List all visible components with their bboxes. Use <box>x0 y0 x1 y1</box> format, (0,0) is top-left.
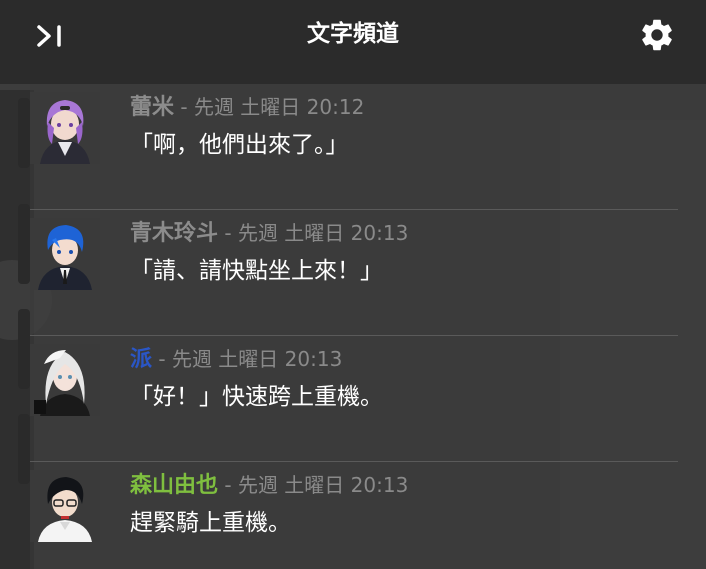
purple-hair-avatar <box>30 92 100 164</box>
separator: - <box>174 95 194 119</box>
side-tab-strip <box>18 98 30 484</box>
black-hair-avatar <box>30 470 100 542</box>
separator: - <box>218 473 238 497</box>
message-header: 青木玲斗 - 先週 土曜日 20:13 <box>130 218 408 248</box>
message-text: 趕緊騎上重機。 <box>130 510 291 536</box>
message-text: 「請、請快點坐上來！」 <box>130 258 383 284</box>
chat-window: 文字頻道 蕾米 - 先週 土曜日 20:12 「啊，他們出來了。」 青木玲斗 -… <box>0 0 706 569</box>
channel-title: 文字頻道 <box>307 21 399 47</box>
timestamp: 先週 土曜日 20:13 <box>237 221 409 245</box>
message-item[interactable]: 派 - 先週 土曜日 20:13 「好！」快速跨上重機。 <box>30 336 678 462</box>
author-name[interactable]: 派 <box>130 347 152 372</box>
message-item[interactable]: 蕾米 - 先週 土曜日 20:12 「啊，他們出來了。」 <box>30 84 678 210</box>
avatar[interactable] <box>30 470 100 542</box>
timestamp: 先週 土曜日 20:12 <box>193 95 365 119</box>
blue-hair-avatar <box>30 218 100 290</box>
gear-icon <box>642 19 672 51</box>
separator: - <box>152 347 172 371</box>
message-header: 派 - 先週 土曜日 20:13 <box>130 344 342 374</box>
author-name[interactable]: 青木玲斗 <box>130 221 218 246</box>
avatar[interactable] <box>30 92 100 164</box>
message-text: 「啊，他們出來了。」 <box>130 132 349 158</box>
settings-button[interactable] <box>638 16 676 54</box>
author-name[interactable]: 森山由也 <box>130 473 218 498</box>
message-item[interactable]: 森山由也 - 先週 土曜日 20:13 趕緊騎上重機。 <box>30 462 678 569</box>
timestamp: 先週 土曜日 20:13 <box>171 347 343 371</box>
message-header: 森山由也 - 先週 土曜日 20:13 <box>130 470 408 500</box>
timestamp: 先週 土曜日 20:13 <box>237 473 409 497</box>
channel-header: 文字頻道 <box>0 0 706 84</box>
message-text: 「好！」快速跨上重機。 <box>130 384 383 410</box>
message-item[interactable]: 青木玲斗 - 先週 土曜日 20:13 「請、請快點坐上來！」 <box>30 210 678 336</box>
avatar[interactable] <box>30 344 100 416</box>
white-hair-avatar <box>30 344 100 416</box>
avatar[interactable] <box>30 218 100 290</box>
message-header: 蕾米 - 先週 土曜日 20:12 <box>130 92 364 122</box>
author-name[interactable]: 蕾米 <box>130 95 174 120</box>
separator: - <box>218 221 238 245</box>
